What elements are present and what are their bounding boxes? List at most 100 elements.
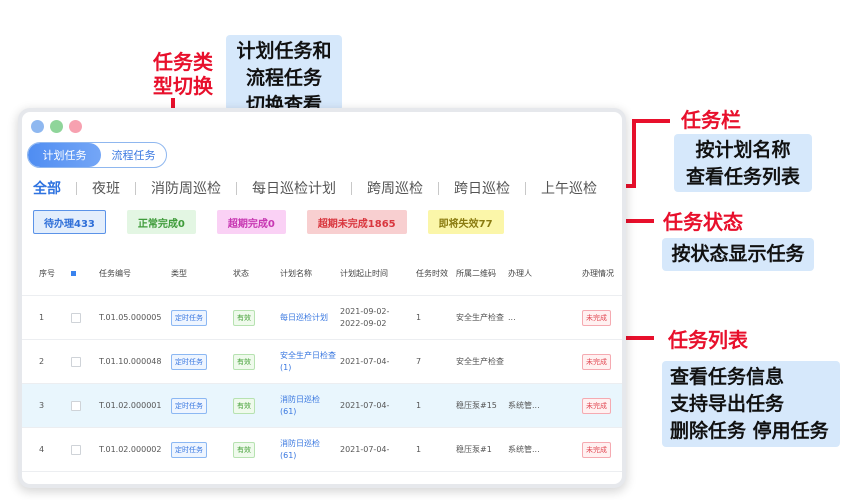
column-header[interactable]: 计划名称 [280,252,336,295]
table-row[interactable]: 3 T.01.02.000001 定时任务 有效 消防日巡检(61) 2021-07-04… [22,384,622,428]
table-cell: 每日巡检计划 [280,296,336,339]
status-badge[interactable]: 即将失效77 [427,210,504,234]
table-cell: 1 [416,400,422,410]
table-cell: 定时任务 [171,340,226,383]
table-cell: 有效 [233,296,273,339]
plan-tab[interactable]: 上午巡检 [541,178,597,198]
state-tag: 有效 [233,353,255,370]
column-header[interactable]: 计划起止时间 [340,252,412,295]
tab-divider [525,181,526,195]
note-line: 查看任务列表 [685,166,800,188]
state-tag: 有效 [233,441,255,458]
row-checkbox[interactable] [71,400,81,411]
app-window: 计划任务 流程任务 全部 夜班 消防周巡检 每日巡检计划 跨周巡检 跨日巡检 上午巡检 待办… [22,112,622,484]
plan-tab[interactable]: 夜班 [92,178,120,198]
window-dot[interactable] [31,120,44,133]
plan-link[interactable]: 安全生产日检查(1) [280,350,336,374]
table-cell: 未完成 [582,340,622,383]
note-line: 删除任务 停用任务 [670,420,829,442]
window-dot[interactable] [69,120,82,133]
select-all-checkbox[interactable] [71,271,76,276]
type-tag: 定时任务 [171,309,207,326]
plan-tabs: 全部 夜班 消防周巡检 每日巡检计划 跨周巡检 跨日巡检 上午巡检 [33,178,597,198]
tab-plan-task[interactable]: 计划任务 [28,143,101,167]
table-row[interactable]: 1 T.01.05.000005 定时任务 有效 每日巡检计划 2021-09-02-20… [22,296,622,340]
plan-tab[interactable]: 跨周巡检 [367,178,423,198]
table-cell: 1 [39,312,45,322]
status-badge[interactable]: 待办理433 [33,210,106,234]
result-tag: 未完成 [582,397,611,414]
note-line: 按状态显示任务 [671,243,805,265]
note-line: 流程任务 [245,67,322,89]
tab-flow-task[interactable]: 流程任务 [101,143,166,167]
table-cell: 未完成 [582,428,622,471]
row-checkbox[interactable] [71,356,81,367]
column-header[interactable]: 所属二维码 [456,252,504,295]
table-header: 序号 任务编号 类型 状态 计划名称 计划起止时间 任务时效 所属二维码 办理人 办理情况 [22,252,622,296]
table-cell [508,340,574,383]
table-cell: 2021-07-04- [340,400,390,410]
plan-tab[interactable]: 消防周巡检 [151,178,221,198]
row-checkbox[interactable] [71,444,81,455]
table-cell: 安全生产日检查(1) [280,340,336,383]
table-cell: 有效 [233,340,273,383]
state-tag: 有效 [233,309,255,326]
note-line: 计划任务和 [236,40,332,62]
plan-tab[interactable]: 每日巡检计划 [252,178,336,198]
column-header[interactable]: 办理情况 [582,252,622,295]
result-tag: 未完成 [582,353,611,370]
plan-tab[interactable]: 跨日巡检 [454,178,510,198]
plan-link[interactable]: 每日巡检计划 [280,312,328,324]
table-cell: 2 [39,356,45,366]
table-cell [71,296,87,339]
table-row[interactable]: 4 T.01.02.000002 定时任务 有效 消防日巡检(61) 2021-07-04… [22,428,622,472]
table-row[interactable]: 2 T.01.10.000048 定时任务 有效 安全生产日检查(1) 2021-07-0… [22,340,622,384]
table-cell: 稳压泵#1 [456,444,492,454]
table-cell: 消防日巡检(61) [280,428,336,471]
column-header[interactable]: 任务时效 [416,252,450,295]
plan-tab[interactable]: 全部 [33,178,61,198]
table-cell: 定时任务 [171,384,226,427]
window-dot[interactable] [50,120,63,133]
status-badge[interactable]: 超期未完成1865 [306,210,407,234]
status-badge[interactable]: 超期完成0 [216,210,286,234]
connector-line [632,119,636,188]
table-cell: 定时任务 [171,428,226,471]
column-header[interactable]: 状态 [233,252,273,295]
table-cell: 定时任务 [171,296,226,339]
table-cell: 有效 [233,384,273,427]
task-type-switch: 计划任务 流程任务 [27,142,167,168]
table-cell: T.01.02.000001 [99,400,162,410]
table-cell: 2021-09-02-2022-09-02 [340,306,390,328]
note-line: 支持导出任务 [670,393,785,415]
table-cell [71,428,87,471]
column-header[interactable]: 序号 [39,252,61,295]
table-cell: 安全生产检查 [456,356,504,366]
table-cell: T.01.02.000002 [99,444,162,454]
plan-link[interactable]: 消防日巡检(61) [280,394,336,418]
table-cell: 7 [416,356,422,366]
table-cell: 2021-07-04- [340,444,390,454]
plan-link[interactable]: 消防日巡检(61) [280,438,336,462]
row-checkbox[interactable] [71,312,81,323]
column-header[interactable]: 任务编号 [99,252,167,295]
column-header[interactable] [71,252,87,295]
table-cell: 系统管... [508,444,540,454]
task-status-note: 按状态显示任务 [662,238,814,271]
table-cell [71,340,87,383]
task-bar-title: 任务栏 [681,108,741,132]
task-table: 序号 任务编号 类型 状态 计划名称 计划起止时间 任务时效 所属二维码 办理人 办理情况 1 T.… [22,252,622,472]
table-cell: 3 [39,400,45,410]
table-cell: 1 [416,444,422,454]
table-cell: 未完成 [582,384,622,427]
task-type-note: 计划任务和 流程任务 切换查看 [226,35,342,116]
task-list-title: 任务列表 [668,328,748,352]
column-header[interactable]: 类型 [171,252,226,295]
table-cell: 安全生产检查 [456,312,504,322]
column-header[interactable]: 办理人 [508,252,574,295]
note-line: 按计划名称 [695,139,791,161]
status-badge[interactable]: 正常完成0 [126,210,196,234]
tab-divider [76,181,77,195]
table-cell [71,384,87,427]
table-cell: 4 [39,444,45,454]
